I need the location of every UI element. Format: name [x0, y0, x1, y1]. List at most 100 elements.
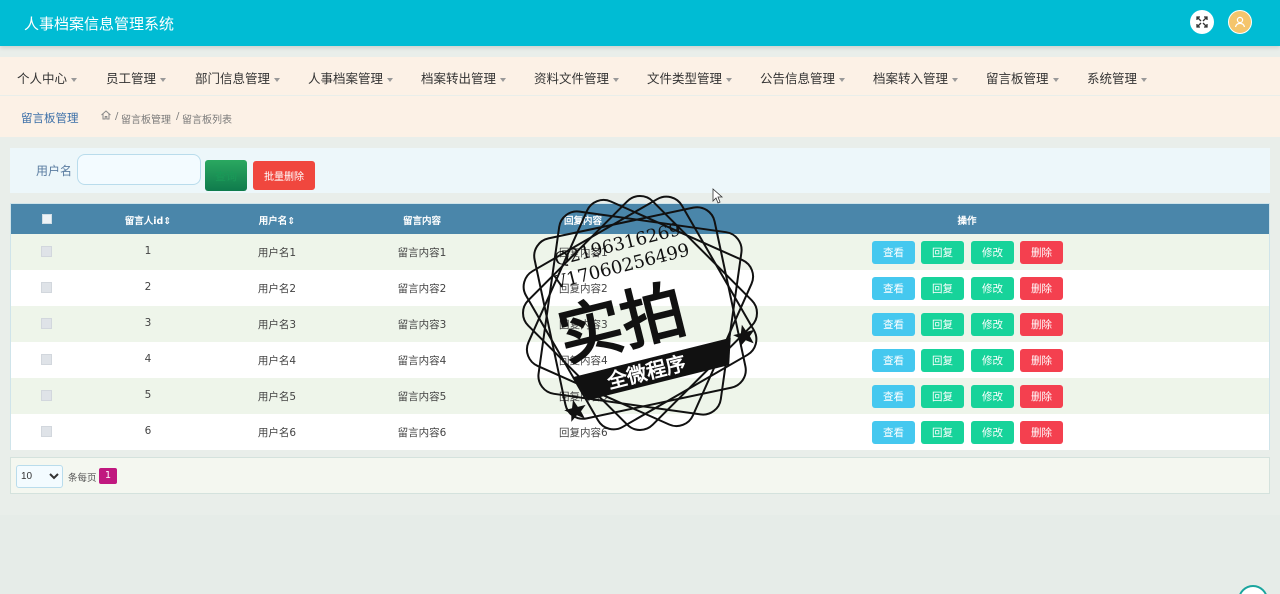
select-all-checkbox[interactable] [42, 214, 52, 224]
chevron-down-icon [160, 77, 167, 82]
delete-button[interactable]: 删除 [1020, 313, 1063, 336]
top-header: 人事档案信息管理系统 [0, 0, 1280, 46]
delete-button[interactable]: 删除 [1020, 385, 1063, 408]
view-button[interactable]: 查看 [872, 241, 915, 264]
nav-file-transfer-out[interactable]: 档案转出管理 [421, 68, 507, 87]
breadcrumb-separator: / [176, 111, 180, 122]
breadcrumb-bar: 留言板管理 / 留言板管理 / 留言板列表 [0, 96, 1280, 137]
cell-content: 留言内容6 [397, 427, 447, 439]
cell-id: 2 [144, 281, 152, 293]
row-checkbox[interactable] [41, 426, 52, 437]
edit-button[interactable]: 修改 [971, 349, 1014, 372]
nav-employee[interactable]: 员工管理 [106, 68, 167, 87]
user-avatar-button[interactable] [1228, 10, 1252, 34]
chevron-down-icon [613, 77, 620, 82]
chevron-down-icon [1052, 77, 1059, 82]
breadcrumb-level2: 留言板列表 [182, 115, 232, 126]
username-label: 用户名 [36, 164, 73, 178]
home-icon[interactable] [100, 109, 112, 121]
cell-content: 留言内容1 [397, 247, 447, 259]
chevron-down-icon [274, 77, 281, 82]
nav-personnel-file[interactable]: 人事档案管理 [308, 68, 394, 87]
edit-button[interactable]: 修改 [971, 421, 1014, 444]
reply-button[interactable]: 回复 [921, 385, 964, 408]
reply-button[interactable]: 回复 [921, 349, 964, 372]
edit-button[interactable]: 修改 [971, 385, 1014, 408]
delete-button[interactable]: 删除 [1020, 421, 1063, 444]
username-search-input[interactable] [77, 154, 201, 185]
chevron-down-icon [71, 77, 78, 82]
cell-id: 4 [144, 353, 152, 365]
row-checkbox[interactable] [41, 246, 52, 257]
view-button[interactable]: 查看 [872, 349, 915, 372]
cell-reply: 回复内容3 [559, 319, 608, 331]
edit-button[interactable]: 修改 [971, 277, 1014, 300]
delete-button[interactable]: 删除 [1020, 349, 1063, 372]
page-title: 留言板管理 [21, 111, 79, 125]
cell-content: 留言内容3 [397, 319, 447, 331]
nav-file-transfer-in[interactable]: 档案转入管理 [873, 68, 959, 87]
fullscreen-button[interactable] [1190, 10, 1214, 34]
row-checkbox[interactable] [41, 282, 52, 293]
chevron-down-icon [387, 77, 394, 82]
chevron-down-icon [1141, 77, 1148, 82]
nav-system[interactable]: 系统管理 [1087, 68, 1148, 87]
cell-reply: 回复内容2 [559, 283, 608, 295]
col-sender-id[interactable]: 留言人id⇕ [125, 213, 172, 227]
footer-area [0, 515, 1280, 594]
view-button[interactable]: 查看 [872, 313, 915, 336]
message-table: 留言人id⇕ 用户名⇕ 留言内容 回复内容 操作 1 用户名1 留言内容1 回复… [10, 203, 1270, 450]
pagination: 10 条每页 1 [10, 457, 1270, 494]
chevron-down-icon [952, 77, 959, 82]
reply-button[interactable]: 回复 [921, 421, 964, 444]
table-row: 6 用户名6 留言内容6 回复内容6 查看 回复 修改 删除 [11, 414, 1269, 450]
cell-username: 用户名1 [257, 247, 297, 259]
nav-announcements[interactable]: 公告信息管理 [760, 68, 846, 87]
sort-icon: ⇕ [163, 216, 172, 227]
per-page-label: 条每页 [68, 473, 97, 484]
nav-department[interactable]: 部门信息管理 [195, 68, 281, 87]
cell-reply: 回复内容4 [559, 355, 608, 367]
sort-icon: ⇕ [287, 216, 296, 227]
chevron-down-icon [500, 77, 507, 82]
view-button[interactable]: 查看 [872, 277, 915, 300]
nav-file-types[interactable]: 文件类型管理 [647, 68, 733, 87]
page-size-select[interactable]: 10 [16, 465, 63, 488]
edit-button[interactable]: 修改 [971, 313, 1014, 336]
page-number-current[interactable]: 1 [99, 468, 117, 484]
edit-button[interactable]: 修改 [971, 241, 1014, 264]
cell-reply: 回复内容5 [559, 391, 608, 403]
expand-icon [1196, 16, 1208, 28]
breadcrumb-level1[interactable]: 留言板管理 [121, 111, 171, 126]
cell-username: 用户名6 [257, 427, 297, 439]
delete-button[interactable]: 删除 [1020, 277, 1063, 300]
reply-button[interactable]: 回复 [921, 313, 964, 336]
nav-personal-center[interactable]: 个人中心 [17, 68, 78, 87]
row-checkbox[interactable] [41, 354, 52, 365]
cell-content: 留言内容5 [397, 391, 447, 403]
breadcrumb-separator: / [115, 111, 119, 122]
col-username[interactable]: 用户名⇕ [259, 213, 295, 227]
reply-button[interactable]: 回复 [921, 241, 964, 264]
row-checkbox[interactable] [41, 390, 52, 401]
cell-username: 用户名5 [257, 391, 297, 403]
table-row: 3 用户名3 留言内容3 回复内容3 查看 回复 修改 删除 [11, 306, 1269, 342]
cell-reply: 回复内容6 [559, 427, 608, 439]
reply-button[interactable]: 回复 [921, 277, 964, 300]
chevron-down-icon [726, 77, 733, 82]
row-checkbox[interactable] [41, 318, 52, 329]
cell-reply: 回复内容1 [559, 247, 608, 259]
cell-content: 留言内容2 [397, 283, 447, 295]
mouse-cursor-icon [712, 188, 724, 204]
batch-delete-button[interactable]: 批量删除 [253, 161, 315, 190]
view-button[interactable]: 查看 [872, 385, 915, 408]
cell-username: 用户名3 [257, 319, 297, 331]
delete-button[interactable]: 删除 [1020, 241, 1063, 264]
search-button[interactable]: 查询 [205, 160, 247, 191]
nav-documents[interactable]: 资料文件管理 [534, 68, 620, 87]
nav-message-board[interactable]: 留言板管理 [986, 68, 1059, 87]
view-button[interactable]: 查看 [872, 421, 915, 444]
table-header: 留言人id⇕ 用户名⇕ 留言内容 回复内容 操作 [11, 204, 1269, 234]
cell-content: 留言内容4 [397, 355, 447, 367]
cell-id: 5 [144, 389, 152, 401]
